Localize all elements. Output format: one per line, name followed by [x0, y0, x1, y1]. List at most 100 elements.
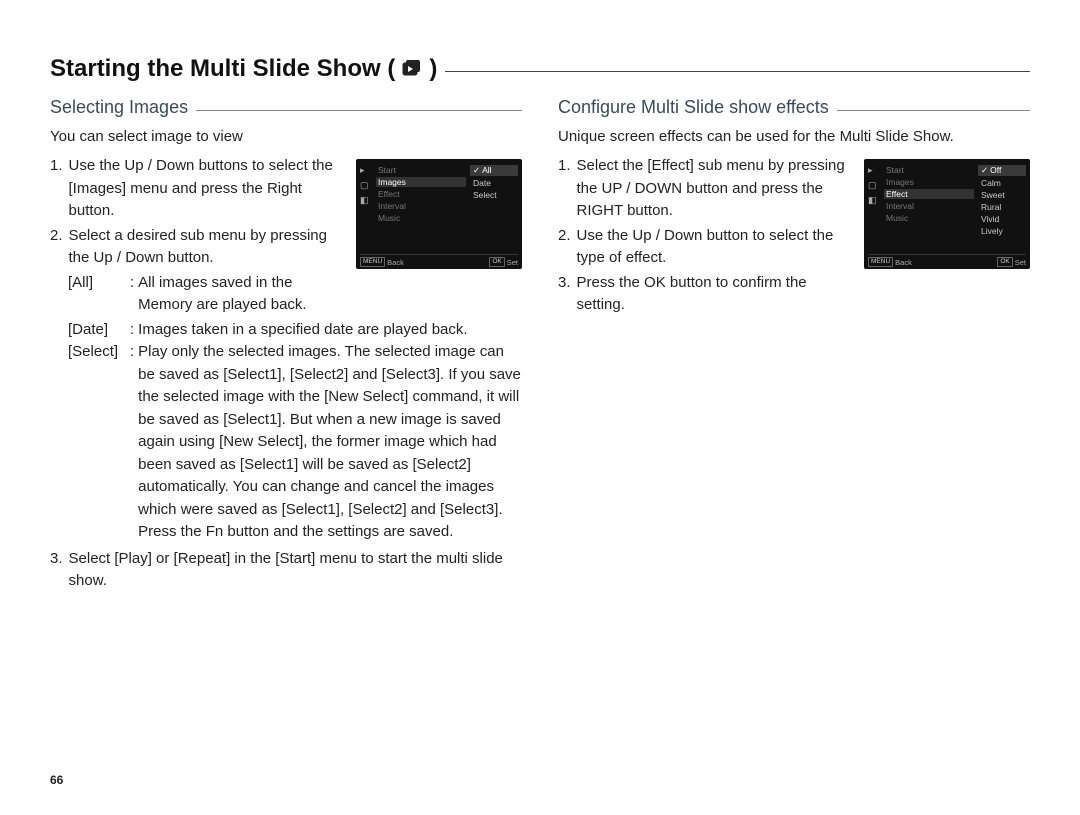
lcd-sub-item: All: [470, 165, 518, 176]
lcd-sub-item: Vivid: [978, 214, 1026, 224]
left-column: Selecting Images You can select image to…: [50, 97, 522, 595]
lcd-footer-right-label: Set: [1015, 258, 1026, 267]
lcd-footer-left-label: Back: [387, 258, 404, 267]
lcd-footer: MENU Back OK Set: [360, 254, 518, 267]
lcd-item: Interval: [376, 201, 466, 211]
lcd-submenu: Off Calm Sweet Rural Vivid Lively: [978, 165, 1026, 236]
left-steps-rest: [Date] : Images taken in a specified dat…: [50, 319, 522, 593]
step-text: Use the Up / Down button to select the t…: [577, 225, 854, 270]
step-number: 3.: [558, 272, 571, 317]
colon: :: [130, 272, 134, 317]
lcd-item: Interval: [884, 201, 974, 211]
left-defs: [All] : All images saved in the Memory a…: [68, 272, 346, 317]
lcd-footer-left: MENU Back: [360, 257, 404, 267]
lcd-item: Images: [376, 177, 466, 187]
lcd-footer: MENU Back OK Set: [868, 254, 1026, 267]
left-steps-top: 1. Use the Up / Down buttons to select t…: [50, 155, 346, 317]
lcd-item: Images: [884, 177, 974, 187]
lcd-item: Music: [884, 213, 974, 223]
frame-icon: ▢: [868, 180, 880, 191]
right-heading: Configure Multi Slide show effects: [558, 97, 829, 118]
lcd-item: Start: [376, 165, 466, 175]
def-text: Images taken in a specified date are pla…: [138, 319, 522, 342]
right-lead: Unique screen effects can be used for th…: [558, 128, 1030, 145]
lcd-sub-item: Date: [470, 178, 518, 188]
lcd-footer-left-label: Back: [895, 258, 912, 267]
lcd-side-icons: ▸ ▢ ◧: [360, 165, 372, 223]
step-text: Select the [Effect] sub menu by pressing…: [577, 155, 854, 223]
step-text: Select a desired sub menu by pressing th…: [69, 225, 346, 270]
play-icon: ▸: [360, 165, 372, 176]
left-lead: You can select image to view: [50, 128, 522, 145]
left-subhead-row: Selecting Images: [50, 97, 522, 118]
subhead-rule: [196, 110, 522, 111]
step-text: Use the Up / Down buttons to select the …: [69, 155, 346, 223]
lcd-sub-item: Rural: [978, 202, 1026, 212]
list-item: [Select] : Play only the selected images…: [68, 341, 522, 544]
list-item: 2. Use the Up / Down button to select th…: [558, 225, 854, 270]
lcd-item: Music: [376, 213, 466, 223]
right-subhead-row: Configure Multi Slide show effects: [558, 97, 1030, 118]
list-item: 3. Press the OK button to confirm the se…: [558, 272, 854, 317]
right-intro-block: 1. Select the [Effect] sub menu by press…: [558, 155, 1030, 319]
content-columns: Selecting Images You can select image to…: [50, 97, 1030, 595]
lcd-footer-right: OK Set: [489, 257, 518, 267]
lcd-body: ▸ ▢ ◧ Start Images Effect Interval Music: [868, 165, 1026, 236]
frame-icon: ▢: [360, 180, 372, 191]
lcd-sub-item: Lively: [978, 226, 1026, 236]
lcd-menu: Start Images Effect Interval Music: [884, 165, 974, 236]
lcd-sub-item: Calm: [978, 178, 1026, 188]
ok-key-icon: OK: [997, 257, 1012, 267]
def-label: [All]: [68, 272, 126, 317]
slideshow-icon: ◧: [868, 195, 880, 206]
subhead-rule: [837, 110, 1030, 111]
title-rule: [445, 71, 1030, 72]
step-number: 1.: [50, 155, 63, 223]
lcd-images-screenshot: ▸ ▢ ◧ Start Images Effect Interval Music: [356, 159, 522, 269]
step-number: 3.: [50, 548, 63, 593]
lcd-footer-right-label: Set: [507, 258, 518, 267]
lcd-item: Start: [884, 165, 974, 175]
step-text: Select [Play] or [Repeat] in the [Start]…: [69, 548, 522, 593]
left-heading: Selecting Images: [50, 97, 188, 118]
lcd-footer-right: OK Set: [997, 257, 1026, 267]
list-item: 2. Select a desired sub menu by pressing…: [50, 225, 346, 270]
page-title: Starting the Multi Slide Show ( ): [50, 55, 437, 83]
lcd-submenu: All Date Select: [470, 165, 518, 223]
left-intro-block: 1. Use the Up / Down buttons to select t…: [50, 155, 522, 317]
list-item: 1. Use the Up / Down buttons to select t…: [50, 155, 346, 223]
page-title-suffix: ): [429, 55, 437, 83]
right-steps: 1. Select the [Effect] sub menu by press…: [558, 155, 854, 319]
lcd-sub-item: Off: [978, 165, 1026, 176]
lcd-body: ▸ ▢ ◧ Start Images Effect Interval Music: [360, 165, 518, 223]
right-column: Configure Multi Slide show effects Uniqu…: [558, 97, 1030, 595]
def-text: All images saved in the Memory are playe…: [138, 272, 346, 317]
step-number: 2.: [558, 225, 571, 270]
step-number: 1.: [558, 155, 571, 223]
step-number: 2.: [50, 225, 63, 270]
page-title-prefix: Starting the Multi Slide Show (: [50, 55, 395, 83]
def-label: [Select]: [68, 341, 126, 544]
left-defs-rest: [Date] : Images taken in a specified dat…: [68, 319, 522, 544]
lcd-effect-screenshot: ▸ ▢ ◧ Start Images Effect Interval Music: [864, 159, 1030, 269]
lcd-sub-item: Sweet: [978, 190, 1026, 200]
play-icon: ▸: [868, 165, 880, 176]
def-label: [Date]: [68, 319, 126, 342]
colon: :: [130, 319, 134, 342]
list-item: [All] : All images saved in the Memory a…: [68, 272, 346, 317]
step-text: Press the OK button to confirm the setti…: [577, 272, 854, 317]
lcd-footer-left: MENU Back: [868, 257, 912, 267]
page-number: 66: [50, 773, 63, 787]
list-item: [Date] : Images taken in a specified dat…: [68, 319, 522, 342]
lcd-side-icons: ▸ ▢ ◧: [868, 165, 880, 236]
lcd-item: Effect: [884, 189, 974, 199]
menu-key-icon: MENU: [868, 257, 893, 267]
menu-key-icon: MENU: [360, 257, 385, 267]
manual-page: Starting the Multi Slide Show ( ) Select…: [0, 0, 1080, 815]
colon: :: [130, 341, 134, 544]
lcd-sub-item: Select: [470, 190, 518, 200]
lcd-item: Effect: [376, 189, 466, 199]
ok-key-icon: OK: [489, 257, 504, 267]
play-stack-icon: [401, 59, 423, 79]
slideshow-icon: ◧: [360, 195, 372, 206]
